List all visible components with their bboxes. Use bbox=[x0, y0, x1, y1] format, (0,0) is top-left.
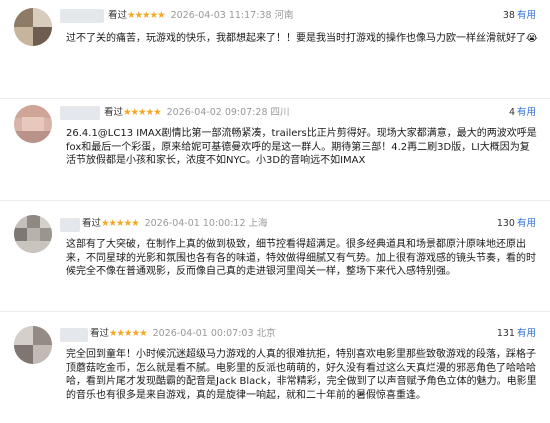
username-redacted[interactable] bbox=[60, 328, 88, 342]
useful-button[interactable]: 38 有用 bbox=[503, 9, 536, 23]
useful-button[interactable]: 130 有用 bbox=[497, 217, 536, 231]
review-date: 2026-04-01 10:00:12 bbox=[144, 218, 246, 229]
watched-tag: 看过 bbox=[104, 107, 124, 118]
rating-stars: ★★★★★ bbox=[127, 10, 166, 21]
watched-tag: 看过 bbox=[82, 218, 102, 229]
review-item: 看过★★★★★ 2026-04-01 00:07:03 北京 131 有用 完全回到童… bbox=[0, 312, 550, 423]
review-date: 2026-04-01 00:07:03 bbox=[152, 328, 254, 339]
review-date: 2026-04-03 11:17:38 bbox=[170, 10, 272, 21]
useful-count: 130 bbox=[496, 218, 515, 229]
review-meta: 看过★★★★★ 2026-04-03 11:17:38 河南 bbox=[108, 9, 294, 23]
watched-tag: 看过 bbox=[90, 328, 110, 339]
useful-button[interactable]: 4 有用 bbox=[509, 106, 536, 120]
useful-count: 38 bbox=[502, 10, 515, 21]
review-location: 上海 bbox=[248, 218, 268, 229]
rating-stars: ★★★★★ bbox=[109, 328, 148, 339]
useful-label: 有用 bbox=[516, 218, 536, 229]
review-item: 看过★★★★★ 2026-04-03 11:17:38 河南 38 有用 过不了关的痛… bbox=[0, 0, 550, 100]
avatar[interactable] bbox=[14, 326, 52, 364]
username-redacted[interactable] bbox=[60, 106, 100, 120]
username-redacted[interactable] bbox=[60, 9, 104, 23]
divider bbox=[0, 98, 550, 99]
review-item: 看过★★★★★ 2026-04-01 10:00:12 上海 130 有用 这部有了大… bbox=[0, 201, 550, 311]
useful-label: 有用 bbox=[516, 107, 536, 118]
review-location: 北京 bbox=[256, 328, 276, 339]
avatar[interactable] bbox=[14, 215, 52, 253]
review-date: 2026-04-02 09:07:28 bbox=[166, 107, 268, 118]
review-content: 过不了关的痛苦，玩游戏的快乐，我都想起来了！！要是我当时打游戏的操作也像马力欧一… bbox=[66, 33, 538, 44]
useful-count: 4 bbox=[508, 107, 515, 118]
review-meta: 看过★★★★★ 2026-04-02 09:07:28 四川 bbox=[104, 106, 290, 120]
avatar[interactable] bbox=[14, 105, 52, 143]
review-content: 完全回到童年！小时候沉迷超级马力游戏的人真的很难抗拒，特别喜欢电影里那些致敬游戏… bbox=[66, 349, 537, 401]
useful-button[interactable]: 131 有用 bbox=[497, 327, 536, 341]
review-content: 这部有了大突破，在制作上真的做到极致，细节控看得超满足。很多经典道具和场景都原汁… bbox=[66, 239, 536, 278]
useful-count: 131 bbox=[496, 328, 515, 339]
rating-stars: ★★★★★ bbox=[101, 218, 140, 229]
review-location: 河南 bbox=[274, 10, 294, 21]
review-meta: 看过★★★★★ 2026-04-01 00:07:03 北京 bbox=[90, 327, 276, 341]
review-location: 四川 bbox=[270, 107, 290, 118]
useful-label: 有用 bbox=[516, 10, 536, 21]
username-redacted[interactable] bbox=[60, 218, 80, 232]
review-meta: 看过★★★★★ 2026-04-01 10:00:12 上海 bbox=[82, 217, 268, 231]
rating-stars: ★★★★★ bbox=[123, 107, 162, 118]
useful-label: 有用 bbox=[516, 328, 536, 339]
avatar[interactable] bbox=[14, 8, 52, 46]
review-item: 看过★★★★★ 2026-04-02 09:07:28 四川 4 有用 26.4.1@… bbox=[0, 100, 550, 200]
review-content: 26.4.1@LC13 IMAX剧情比第一部流畅紧凑，trailers比正片剪得… bbox=[66, 128, 537, 167]
watched-tag: 看过 bbox=[108, 10, 128, 21]
